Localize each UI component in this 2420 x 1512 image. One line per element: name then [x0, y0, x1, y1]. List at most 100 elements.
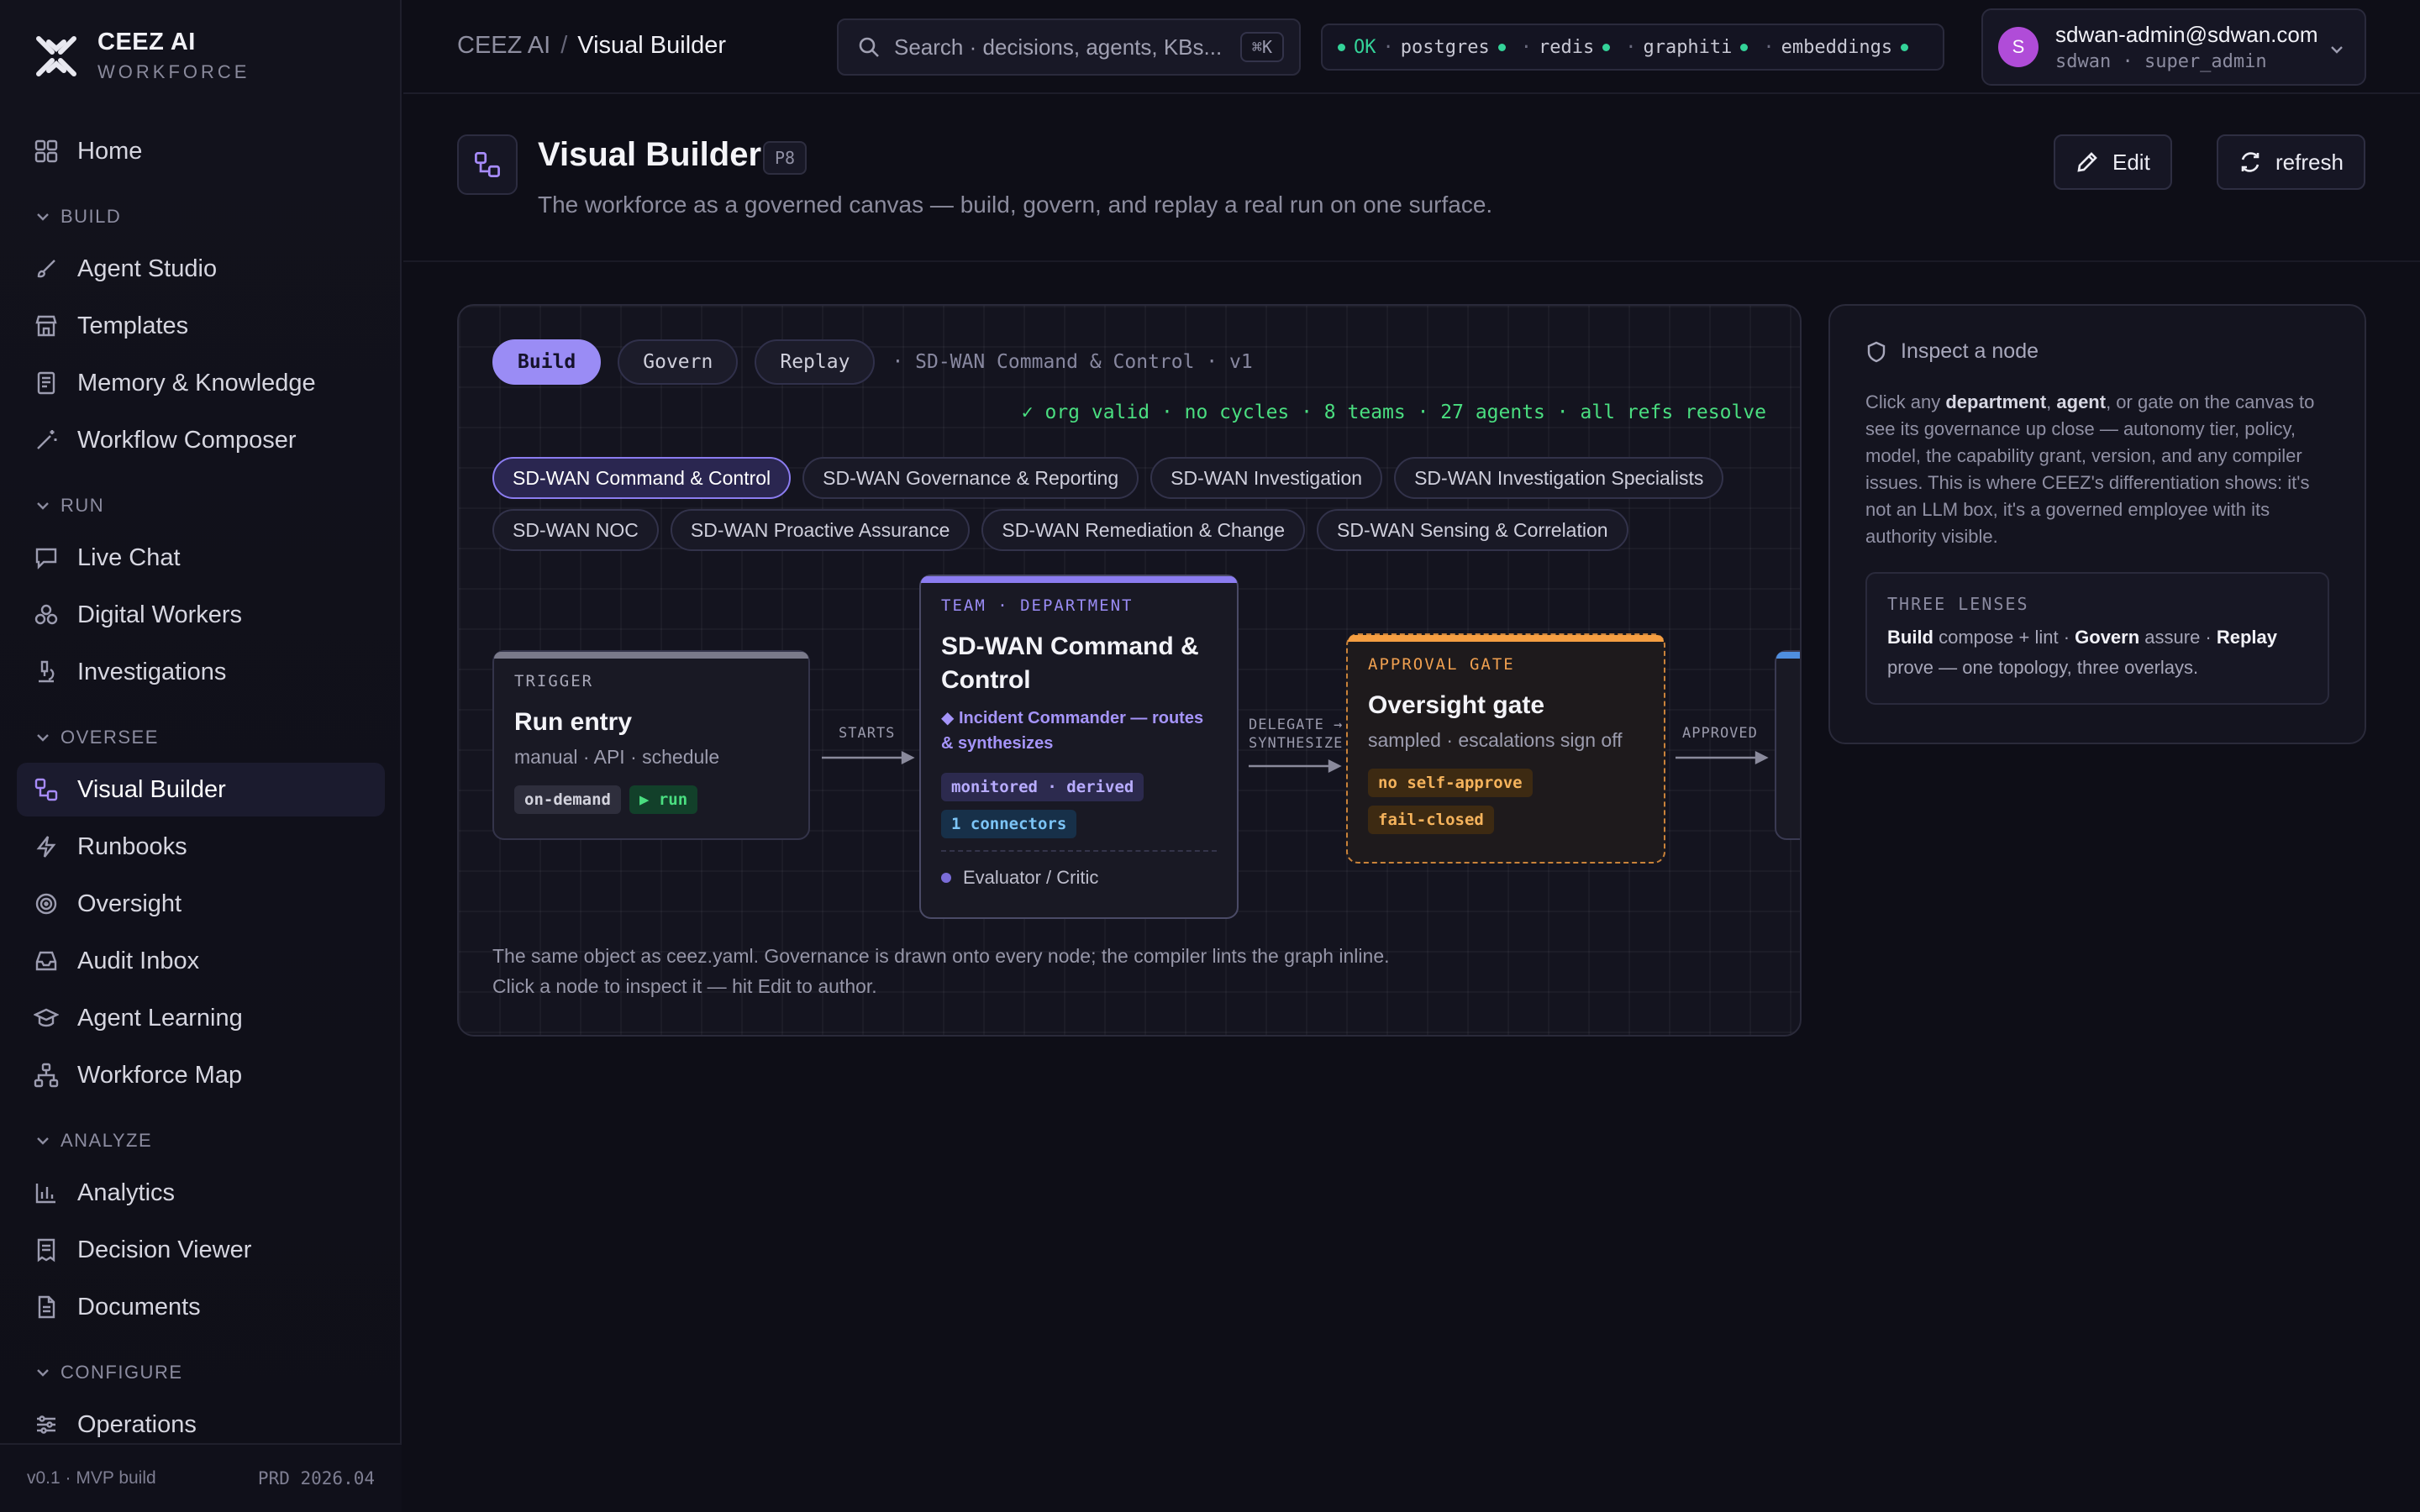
page-subtitle: The workforce as a governed canvas — bui…	[538, 192, 1493, 218]
breadcrumb-root[interactable]: CEEZ AI	[457, 32, 550, 59]
sidebar-item-workflow-composer[interactable]: Workflow Composer	[17, 413, 385, 467]
refresh-button[interactable]: refresh	[2217, 134, 2365, 190]
sidebar-item-investigations[interactable]: Investigations	[17, 645, 385, 699]
sidebar-item-live-chat[interactable]: Live Chat	[17, 531, 385, 585]
team-chip[interactable]: SD-WAN Proactive Assurance	[670, 509, 971, 551]
breadcrumb: CEEZ AI / Visual Builder	[457, 32, 726, 60]
sidebar-item-label: Workflow Composer	[77, 426, 297, 454]
nav-section-run[interactable]: RUN	[17, 480, 385, 531]
sidebar-item-label: Agent Learning	[77, 1004, 243, 1032]
team-chip[interactable]: SD-WAN Command & Control	[492, 457, 792, 499]
sidebar-item-decision-viewer[interactable]: Decision Viewer	[17, 1223, 385, 1277]
approval-gate-node[interactable]: APPROVAL GATE Oversight gate sampled · e…	[1346, 633, 1665, 864]
nav-section-oversee[interactable]: OVERSEE	[17, 712, 385, 763]
trigger-node[interactable]: TRIGGER Run entry manual · API · schedul…	[492, 650, 810, 840]
status-dot-icon	[1338, 43, 1345, 51]
sidebar-item-analytics[interactable]: Analytics	[17, 1166, 385, 1220]
nav-section-build[interactable]: BUILD	[17, 192, 385, 242]
chevron-down-icon	[37, 213, 49, 221]
inspector-header: Inspect a node	[1865, 339, 2329, 364]
edge-label-delegate: DELEGATE →	[1249, 717, 1344, 733]
sidebar-item-label: Documents	[77, 1293, 201, 1320]
sidebar-item-home[interactable]: Home	[17, 124, 385, 178]
team-chip[interactable]: SD-WAN Remediation & Change	[981, 509, 1306, 551]
sliders-icon	[37, 1415, 55, 1434]
sidebar-item-oversight[interactable]: Oversight	[17, 877, 385, 931]
inbox-icon	[35, 951, 57, 971]
user-role: sdwan · super_admin	[2055, 51, 2267, 72]
refresh-icon	[2241, 152, 2260, 172]
team-member[interactable]: Evaluator / Critic	[941, 850, 1217, 889]
system-status[interactable]: OK · postgres · redis · graphiti · embed…	[1321, 24, 1944, 71]
grid-icon	[34, 139, 58, 163]
pencil-icon	[2077, 152, 2097, 172]
edit-button[interactable]: Edit	[2054, 134, 2172, 190]
sidebar-item-workforce-map[interactable]: Workforce Map	[17, 1048, 385, 1102]
three-lenses-card: THREE LENSES Build compose + lint · Gove…	[1865, 572, 2329, 705]
sidebar-item-label: Decision Viewer	[77, 1236, 252, 1263]
sidebar-item-templates[interactable]: Templates	[17, 299, 385, 353]
team-chip[interactable]: SD-WAN Sensing & Correlation	[1317, 509, 1628, 551]
sidebar-item-digital-workers[interactable]: Digital Workers	[17, 588, 385, 642]
sidebar-item-label: Workforce Map	[77, 1061, 243, 1089]
sidebar-item-visual-builder[interactable]: Visual Builder	[17, 763, 385, 816]
sidebar-item-runbooks[interactable]: Runbooks	[17, 820, 385, 874]
status-dot-icon	[1901, 43, 1909, 51]
breadcrumb-current: Visual Builder	[577, 32, 727, 59]
member-label: Evaluator / Critic	[963, 867, 1099, 888]
next-node-clipped[interactable]	[1775, 650, 1800, 840]
sidebar-item-label: Investigations	[77, 658, 227, 685]
sidebar-item-documents[interactable]: Documents	[17, 1280, 385, 1334]
brand[interactable]: CEEZ AI WORKFORCE	[32, 29, 250, 83]
tab-build[interactable]: Build	[492, 339, 602, 385]
search-input[interactable]: Search · decisions, agents, KBs... ⌘K	[837, 18, 1301, 76]
service-graphiti: graphiti	[1643, 36, 1733, 58]
avatar: S	[1998, 27, 2039, 67]
edit-button-label: Edit	[2112, 149, 2150, 175]
sidebar-item-audit-inbox[interactable]: Audit Inbox	[17, 934, 385, 988]
sidebar-item-agent-studio[interactable]: Agent Studio	[17, 242, 385, 296]
service-postgres: postgres	[1400, 36, 1490, 58]
team-chip[interactable]: SD-WAN Investigation	[1150, 457, 1383, 499]
edge-label-approved: APPROVED	[1682, 725, 1758, 742]
search-placeholder: Search · decisions, agents, KBs...	[894, 34, 1223, 60]
sidebar-item-agent-learning[interactable]: Agent Learning	[17, 991, 385, 1045]
chat-icon	[35, 548, 57, 570]
team-chip[interactable]: SD-WAN Investigation Specialists	[1394, 457, 1724, 499]
team-chip[interactable]: SD-WAN NOC	[492, 509, 659, 551]
status-dot-icon	[1740, 43, 1749, 51]
tab-replay[interactable]: Replay	[755, 339, 876, 385]
node-kicker: APPROVAL GATE	[1368, 655, 1515, 674]
sidebar-item-label: Memory & Knowledge	[77, 369, 316, 396]
receipt-icon	[37, 1238, 55, 1263]
nav-section-analyze[interactable]: ANALYZE	[17, 1116, 385, 1166]
sidebar-item-label: Home	[77, 137, 143, 165]
sidebar-item-memory-knowledge[interactable]: Memory & Knowledge	[17, 356, 385, 410]
sidebar-item-label: Live Chat	[77, 543, 181, 571]
nav-section-configure[interactable]: CONFIGURE	[17, 1347, 385, 1398]
nodes-icon	[34, 778, 58, 801]
page-title: Visual Builder	[538, 136, 762, 173]
team-node[interactable]: TEAM · DEPARTMENT SD-WAN Command & Contr…	[919, 575, 1239, 919]
lens-tabs: Build Govern Replay · SD-WAN Command & C…	[492, 339, 1253, 385]
footnote-line: Click a node to inspect it — hit Edit to…	[492, 975, 877, 997]
page-icon	[457, 134, 518, 195]
tab-govern[interactable]: Govern	[618, 339, 739, 385]
lenses-title: THREE LENSES	[1887, 594, 2029, 614]
phase-badge: P8	[763, 141, 808, 175]
gate-tag: fail-closed	[1368, 806, 1494, 834]
nav-section-label: OVERSEE	[60, 727, 159, 748]
builder-canvas[interactable]: Build Govern Replay · SD-WAN Command & C…	[457, 304, 1802, 1037]
build-label: PRD 2026.04	[257, 1468, 375, 1488]
footnote-line: The same object as ceez.yaml. Governance…	[492, 945, 1390, 967]
lenses-description: Build compose + lint · Govern assure · R…	[1887, 627, 2278, 678]
wand-icon	[37, 430, 57, 449]
refresh-button-label: refresh	[2275, 149, 2344, 175]
run-tag[interactable]: ▶ run	[629, 785, 698, 814]
gate-tag: no self-approve	[1368, 769, 1533, 797]
team-chip[interactable]: SD-WAN Governance & Reporting	[802, 457, 1139, 499]
user-menu[interactable]: S sdwan-admin@sdwan.com sdwan · super_ad…	[1981, 8, 2366, 86]
org-label: · SD-WAN Command & Control · v1	[892, 351, 1253, 373]
node-subtitle: manual · API · schedule	[514, 746, 720, 768]
lint-status: ✓ org valid · no cycles · 8 teams · 27 a…	[1021, 402, 1766, 423]
